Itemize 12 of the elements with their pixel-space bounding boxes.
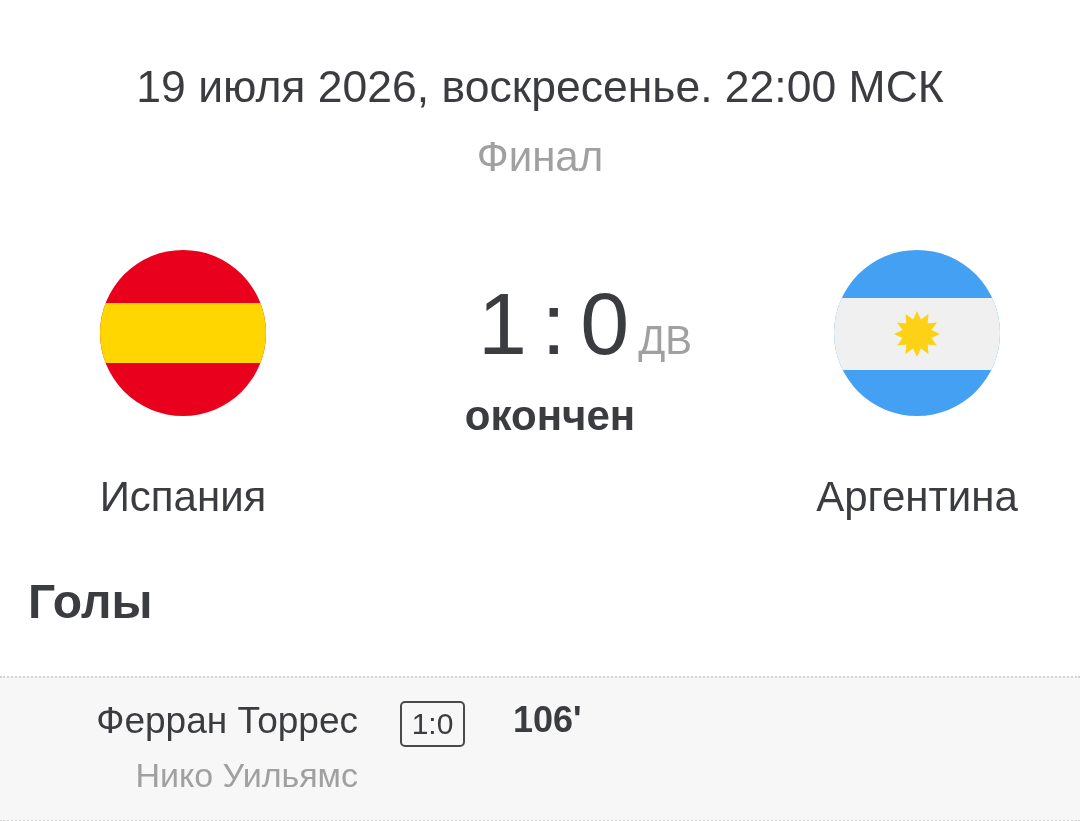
team-name: Испания — [99, 475, 267, 518]
team-name: Аргентина — [816, 475, 1018, 518]
match-status: окончен — [464, 394, 636, 437]
assist-name: Нико Уильямс — [135, 757, 358, 792]
goal-minute: 106' — [513, 701, 582, 738]
extra-time-label: ДВ — [638, 319, 692, 360]
match-date-time: 19 июля 2026, воскресенье. 22:00 МСК — [136, 65, 944, 110]
goal-score: 1:0 — [400, 700, 465, 747]
stage-label: Финал — [476, 135, 604, 178]
section-title: Голы — [28, 577, 153, 626]
match-score: 1 : 0 — [478, 279, 625, 368]
scorer-name: Ферран Торрес — [96, 701, 358, 739]
